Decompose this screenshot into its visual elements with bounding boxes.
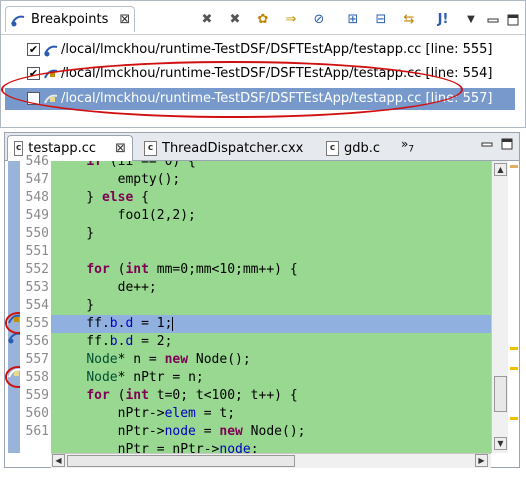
code-text-area[interactable]: if (ii == 0) { empty(); } else { foo1(2,… [51, 161, 491, 453]
tab-gdb-c[interactable]: c gdb.c [319, 135, 399, 161]
breakpoint-label: /local/lmckhou/runtime-TestDSF/DSFTEstAp… [61, 66, 493, 81]
code-line: de++; [55, 280, 157, 295]
overview-marker[interactable] [510, 165, 518, 168]
disabled-breakpoint-icon [44, 94, 58, 104]
breakpoint-checkbox-557[interactable] [27, 92, 40, 105]
code-line: nPtr->node = new Node(); [55, 424, 306, 439]
c-file-icon: c [144, 141, 157, 156]
line-number: 552 [25, 262, 49, 277]
overview-marker[interactable] [510, 417, 518, 420]
line-number: 549 [25, 208, 49, 223]
code-line: foo1(2,2); [55, 208, 196, 223]
breakpoint-label: /local/lmckhou/runtime-TestDSF/DSFTEstAp… [61, 42, 493, 57]
remove-icon[interactable]: ✖ [199, 12, 215, 28]
tab-breakpoints[interactable]: Breakpoints ⊠ [5, 6, 135, 32]
view-menu-icon[interactable]: ▼ [463, 12, 479, 28]
tab-label: gdb.c [344, 141, 381, 156]
code-line: } [55, 298, 95, 313]
code-line: ff.b.d = 2; [55, 334, 173, 349]
skip-all-icon[interactable]: ⊘ [311, 12, 327, 28]
breakpoint-label: /local/lmckhou/runtime-TestDSF/DSFTEstAp… [61, 91, 493, 106]
minimize-icon[interactable] [481, 138, 495, 152]
code-line: empty(); [55, 172, 181, 187]
code-line: for (int t=0; t<100; t++) { [86, 388, 298, 403]
code-line: Node* nPtr = n; [86, 370, 204, 385]
code-line: } [55, 226, 95, 241]
line-number: 553 [25, 280, 49, 295]
tab-overflow-count: 7 [408, 144, 415, 155]
line-number: 554 [25, 298, 49, 313]
scroll-up-icon[interactable]: ▲ [494, 163, 507, 176]
overview-marker[interactable] [510, 347, 518, 350]
line-number: 546 [25, 154, 49, 169]
tab-label: ThreadDispatcher.cxx [162, 141, 304, 156]
breakpoint-row-557[interactable]: /local/lmckhou/runtime-TestDSF/DSFTEstAp… [5, 88, 515, 110]
code-line: nPtr->elem = t; [55, 406, 236, 421]
code-line: } else { [55, 190, 149, 205]
line-number: 555 [25, 316, 49, 331]
vertical-scrollbar[interactable]: ▲ ▼ [491, 161, 508, 453]
scroll-right-icon[interactable]: ▶ [475, 454, 488, 467]
close-tab-icon[interactable]: ⊠ [119, 12, 130, 27]
line-number: 547 [25, 172, 49, 187]
scroll-left-icon[interactable]: ◀ [52, 454, 65, 467]
line-number: 561 [25, 424, 49, 439]
status-strip [0, 470, 526, 482]
tab-overflow-button[interactable]: »7 [401, 137, 414, 154]
code-line: if (ii == 0) { [86, 161, 196, 169]
breakpoint-checkbox-554[interactable]: ✔ [27, 67, 40, 80]
code-line: for (int mm=0;mm<10;mm++) { [86, 262, 298, 277]
line-number: 550 [25, 226, 49, 241]
collapse-all-icon[interactable]: ⊟ [373, 12, 389, 28]
breakpoints-view: Breakpoints ⊠ ✖ ✖ ✿ ⇒ ⊘ ⊞ ⊟ ⇆ J! ▼ ✔ /lo… [0, 0, 526, 128]
c-file-icon: c [326, 141, 339, 156]
line-number: 551 [25, 244, 49, 259]
line-number: 556 [25, 334, 49, 349]
overview-ruler[interactable] [508, 161, 519, 453]
code-editor: c testapp.cc ⊠ c ThreadDispatcher.cxx c … [4, 132, 520, 468]
breakpoints-tab-bar: Breakpoints ⊠ ✖ ✖ ✿ ⇒ ⊘ ⊞ ⊟ ⇆ J! ▼ [1, 1, 525, 35]
close-tab-icon[interactable]: ⊠ [115, 141, 126, 156]
text-caret [172, 316, 174, 331]
add-java-exception-icon[interactable]: J! [435, 12, 451, 28]
code-line-current: ff.b.d = 1; [51, 315, 491, 333]
show-supported-icon[interactable]: ✿ [255, 12, 271, 28]
maximize-icon[interactable] [501, 138, 515, 152]
line-number: 559 [25, 388, 49, 403]
line-number: 560 [25, 406, 49, 421]
editor-tab-bar: c testapp.cc ⊠ c ThreadDispatcher.cxx c … [5, 133, 519, 161]
code-line: nPtr = nPtr->node; [55, 442, 259, 453]
line-number-gutter: 546 547 548 549 550 551 552 553 554 555 … [20, 154, 51, 453]
breakpoint-row-554[interactable]: ✔ /local/lmckhou/runtime-TestDSF/DSFTEst… [5, 63, 515, 85]
scroll-thumb[interactable] [67, 455, 295, 467]
goto-file-icon[interactable]: ⇒ [283, 12, 299, 28]
code-line: Node* n = new Node(); [86, 352, 251, 367]
breakpoint-row-555[interactable]: ✔ /local/lmckhou/runtime-TestDSF/DSFTEst… [5, 39, 515, 61]
watchpoint-icon [44, 69, 58, 79]
vertical-ruler[interactable] [8, 161, 22, 453]
overview-marker[interactable] [510, 367, 518, 370]
tab-threaddispatcher-cxx[interactable]: c ThreadDispatcher.cxx [137, 135, 315, 161]
scroll-down-icon[interactable]: ▼ [494, 437, 507, 450]
line-number: 558 [25, 370, 49, 385]
maximize-icon[interactable] [505, 12, 521, 28]
horizontal-scrollbar[interactable]: ◀ ▶ [51, 453, 491, 468]
minimize-icon[interactable] [485, 12, 501, 28]
remove-all-icon[interactable]: ✖ [227, 12, 243, 28]
tab-breakpoints-label: Breakpoints [31, 12, 109, 27]
breakpoint-icon [44, 45, 58, 57]
breakpoint-icon [11, 15, 25, 26]
line-number: 557 [25, 352, 49, 367]
link-editor-icon[interactable]: ⇆ [401, 12, 417, 28]
breakpoint-checkbox-555[interactable]: ✔ [27, 43, 40, 56]
line-number: 548 [25, 190, 49, 205]
expand-all-icon[interactable]: ⊞ [345, 12, 361, 28]
scroll-thumb[interactable] [494, 376, 507, 412]
